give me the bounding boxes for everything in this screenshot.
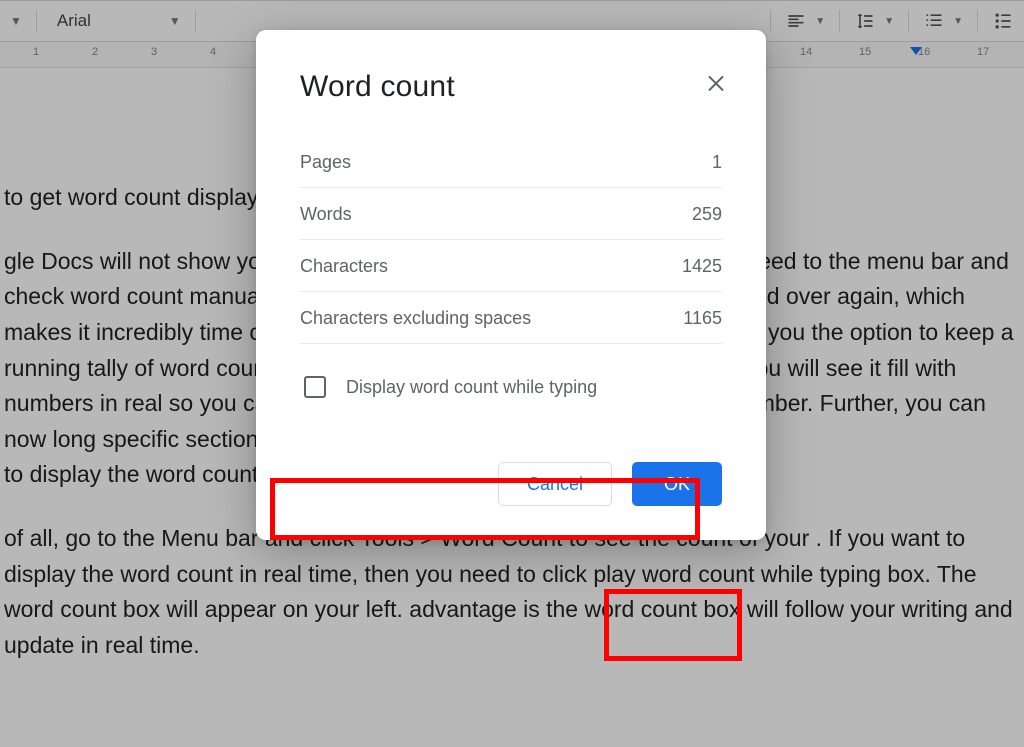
stat-row-pages: Pages 1	[300, 136, 722, 188]
stat-value: 1	[712, 152, 722, 173]
paragraph: of all, go to the Menu bar and click Too…	[4, 521, 1020, 664]
stat-label: Characters excluding spaces	[300, 308, 531, 329]
indent-marker-icon[interactable]	[910, 47, 922, 55]
word-count-dialog: Word count Pages 1 Words 259 Characters …	[256, 30, 766, 540]
toolbar-separator	[977, 10, 978, 32]
checkbox-label: Display word count while typing	[346, 377, 597, 398]
toolbar-separator	[908, 10, 909, 32]
stat-row-characters-no-spaces: Characters excluding spaces 1165	[300, 292, 722, 344]
stat-value: 1425	[682, 256, 722, 277]
stat-row-words: Words 259	[300, 188, 722, 240]
display-while-typing-row[interactable]: Display word count while typing	[300, 370, 722, 404]
chevron-down-icon[interactable]: ▼	[953, 16, 963, 27]
toolbar-separator	[839, 10, 840, 32]
stat-label: Words	[300, 204, 352, 225]
checkbox[interactable]	[304, 376, 326, 398]
stat-label: Characters	[300, 256, 388, 277]
dialog-buttons: Cancel OK	[300, 462, 722, 506]
chevron-down-icon[interactable]: ▼	[815, 16, 825, 27]
toolbar-separator	[36, 10, 37, 32]
stat-value: 1165	[683, 308, 722, 329]
chevron-down-icon[interactable]: ▼	[169, 14, 181, 28]
ok-button[interactable]: OK	[632, 462, 722, 506]
cancel-button[interactable]: Cancel	[498, 462, 612, 506]
close-icon[interactable]	[704, 70, 728, 94]
line-spacing-icon[interactable]	[854, 10, 876, 32]
align-icon[interactable]	[785, 10, 807, 32]
stats-list: Pages 1 Words 259 Characters 1425 Charac…	[300, 136, 722, 344]
chevron-down-icon[interactable]: ▼	[10, 14, 22, 28]
stat-row-characters: Characters 1425	[300, 240, 722, 292]
bulleted-list-icon[interactable]	[992, 10, 1014, 32]
toolbar-separator	[195, 10, 196, 32]
stat-value: 259	[692, 204, 722, 225]
chevron-down-icon[interactable]: ▼	[884, 16, 894, 27]
toolbar-separator	[770, 10, 771, 32]
font-name[interactable]: Arial	[51, 11, 161, 31]
numbered-list-icon[interactable]	[923, 10, 945, 32]
dialog-title: Word count	[300, 70, 722, 104]
stat-label: Pages	[300, 152, 351, 173]
